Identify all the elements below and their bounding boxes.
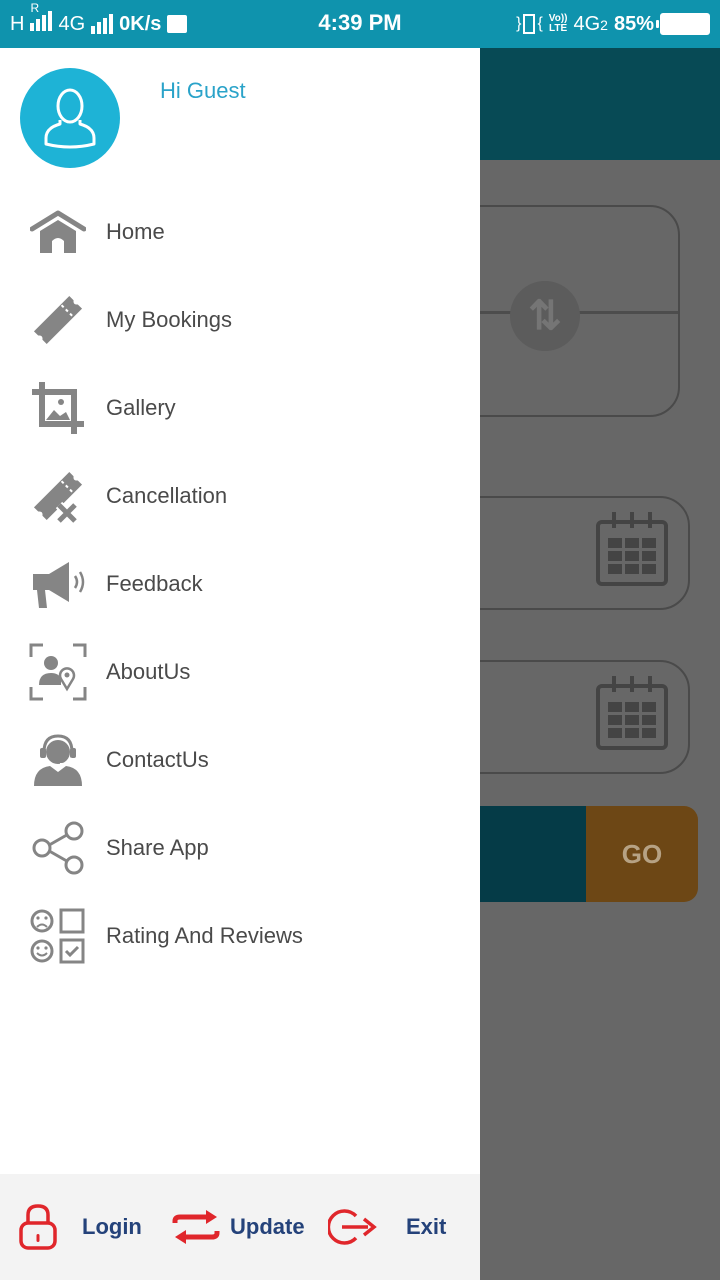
login-label: Login [82,1214,142,1239]
status-bar: H R 4G 0K/s 4:39 PM }{ Vo)) LTE 4G2 85% [0,0,720,48]
menu-label: My Bookings [106,307,232,332]
navigation-drawer: Hi Guest Home My Bookings Gallery Cancel… [0,48,480,1280]
menu-label: Cancellation [106,483,228,508]
menu-item-rating-reviews[interactable]: Rating And Reviews [0,892,480,980]
menu-item-my-bookings[interactable]: My Bookings [0,276,480,364]
volte-icon: Vo)) LTE [548,13,568,34]
login-button[interactable]: Login [18,1174,142,1280]
menu-label: Feedback [106,571,203,596]
gallery-crop-icon [28,378,88,438]
exit-button[interactable]: Exit [328,1174,446,1280]
date-field-1 [480,496,690,610]
swap-arrows-icon [172,1209,220,1245]
date-field-2 [480,660,690,774]
menu-item-share-app[interactable]: Share App [0,804,480,892]
menu-label: Share App [106,835,209,860]
menu-item-gallery[interactable]: Gallery [0,364,480,452]
menu-label: Home [106,219,165,244]
share-icon [28,818,88,878]
headset-agent-icon [28,730,88,790]
update-button[interactable]: Update [172,1174,305,1280]
ticket-icon [28,290,88,350]
logout-icon [328,1207,378,1247]
route-card: ⇅ [480,205,680,417]
calendar-icon [596,676,668,750]
calendar-icon [596,512,668,586]
greeting-text: Hi Guest [160,78,246,103]
network-type-right: 4G2 [573,12,608,35]
swap-route-icon: ⇅ [510,281,580,351]
menu-item-aboutus[interactable]: AboutUs [0,628,480,716]
about-profile-icon [28,642,88,702]
ticket-cancel-icon [28,466,88,526]
lock-icon [18,1203,58,1251]
battery-icon [656,13,710,35]
vibrate-icon: }{ [516,14,543,34]
battery-percent: 85% [613,12,654,35]
drawer-menu: Home My Bookings Gallery Cancellation Fe… [0,188,480,980]
menu-label: Rating And Reviews [106,923,303,948]
drawer-footer: Login Update Exit [0,1174,480,1280]
menu-item-cancellation[interactable]: Cancellation [0,452,480,540]
megaphone-icon [28,554,88,614]
background-app-scrim[interactable]: ⇅ GO [480,48,720,1280]
drawer-header: Hi Guest [0,48,480,192]
background-app-header [480,48,720,160]
status-right: }{ Vo)) LTE 4G2 85% [516,10,710,38]
go-button: GO [586,806,698,902]
menu-item-home[interactable]: Home [0,188,480,276]
avatar[interactable] [20,68,120,168]
search-bar-bg [480,806,586,902]
menu-item-feedback[interactable]: Feedback [0,540,480,628]
exit-label: Exit [406,1214,447,1239]
home-icon [28,202,88,262]
menu-item-contactus[interactable]: ContactUs [0,716,480,804]
rating-review-icon [28,906,88,966]
menu-label: AboutUs [106,659,191,684]
user-outline-icon [44,88,96,149]
menu-label: ContactUs [106,747,209,772]
update-label: Update [230,1214,305,1239]
menu-label: Gallery [106,395,176,420]
